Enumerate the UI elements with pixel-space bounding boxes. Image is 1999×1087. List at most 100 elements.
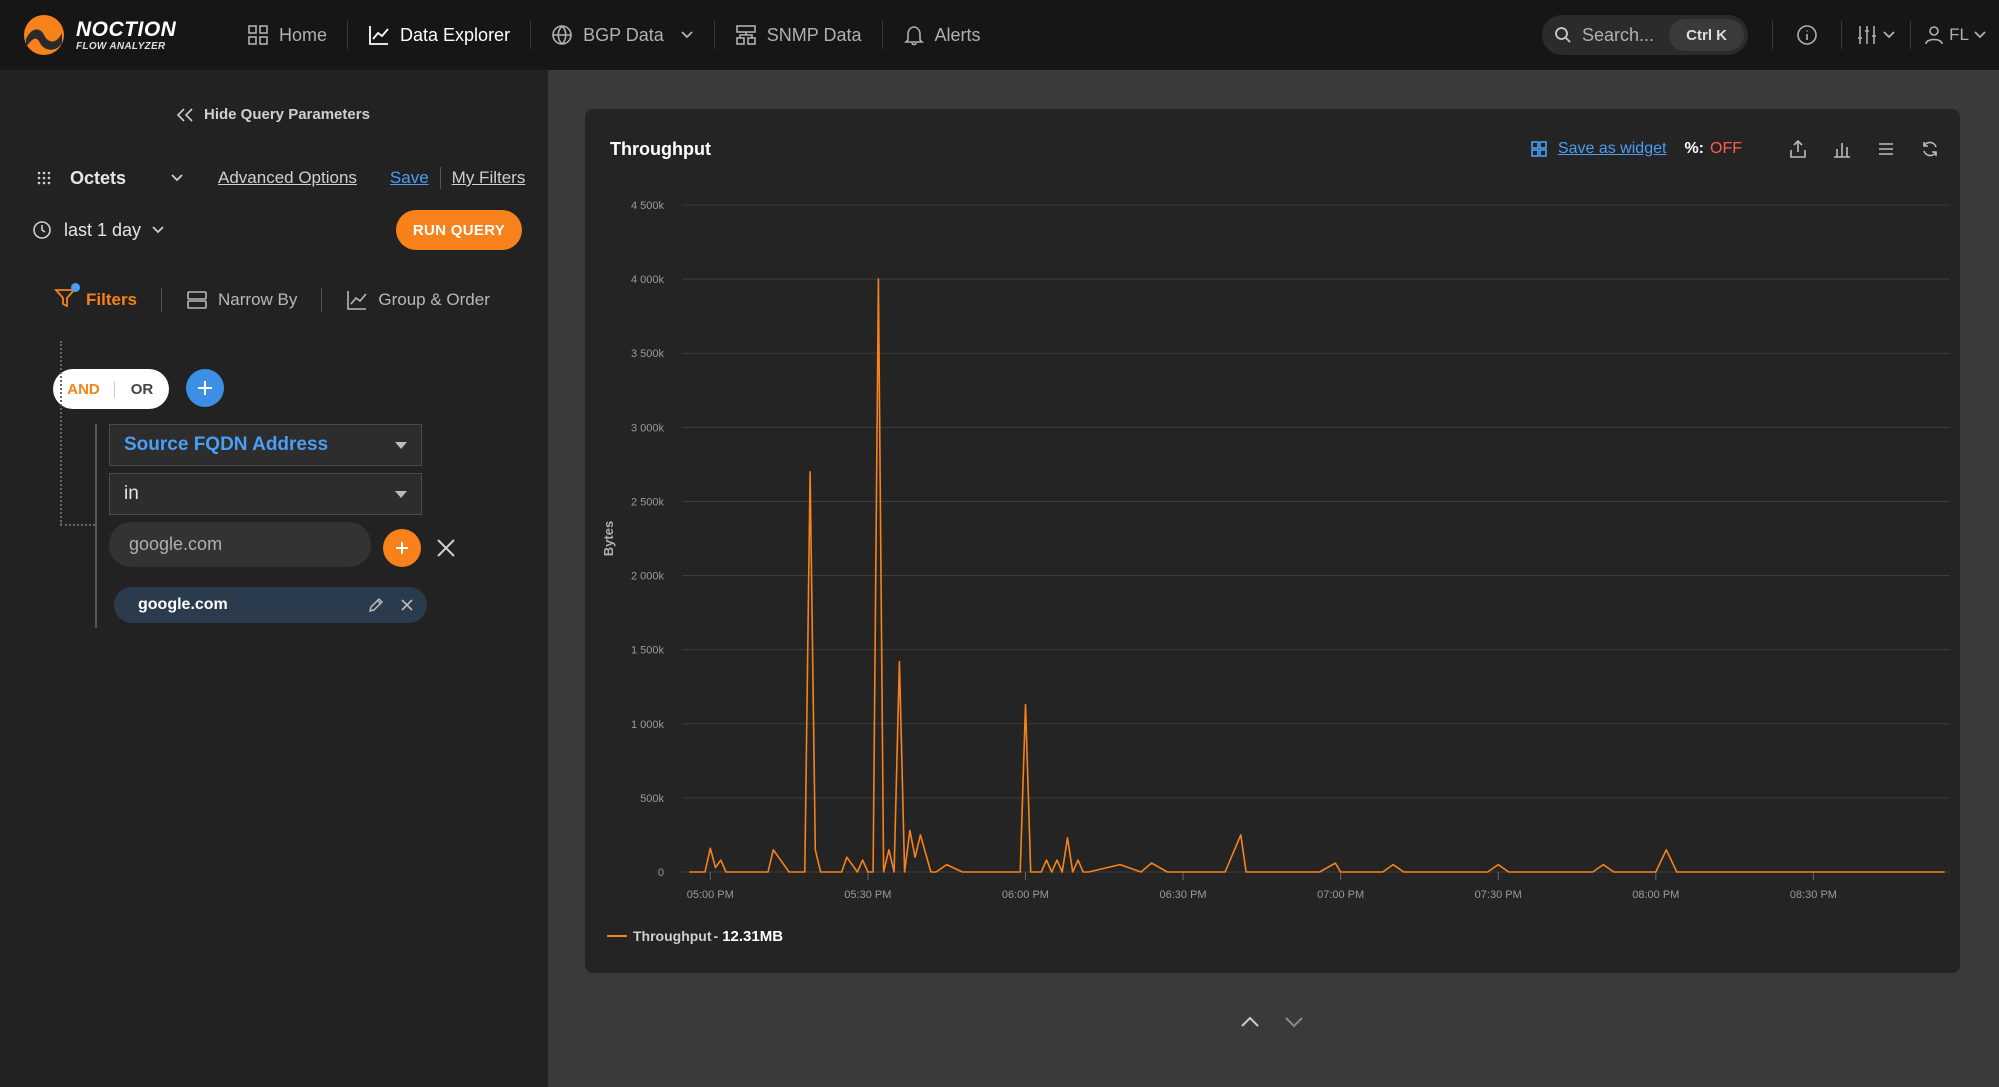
divider — [439, 167, 441, 189]
info-button[interactable] — [1773, 24, 1841, 46]
tab-narrow-by[interactable]: Narrow By — [162, 288, 323, 312]
nav-alerts-label: Alerts — [934, 24, 981, 45]
legend-swatch — [607, 934, 627, 937]
add-condition-button[interactable] — [186, 369, 224, 407]
remove-condition-button[interactable] — [435, 537, 457, 559]
top-right-tools: Search... Ctrl K FL — [1542, 0, 1999, 70]
brand-logo[interactable]: NOCTION FLOW ANALYZER — [22, 13, 197, 57]
legend-separator: - — [713, 927, 719, 944]
close-icon[interactable] — [399, 597, 415, 613]
y-tick-label: 3 500k — [631, 348, 665, 360]
tab-narrow-by-label: Narrow By — [218, 290, 298, 309]
main-nav: Home Data Explorer BGP Data SNMP Data Al… — [227, 0, 1001, 70]
chart-line-icon — [369, 26, 389, 45]
x-tick-label: 05:00 PM — [687, 889, 734, 901]
operator-select[interactable]: in — [109, 473, 422, 515]
y-tick-label: 0 — [658, 867, 664, 879]
y-tick-label: 1 000k — [631, 719, 665, 731]
and-option[interactable]: AND — [53, 380, 115, 398]
tab-group-order[interactable]: Group & Order — [322, 288, 514, 312]
active-filter-dot — [71, 282, 80, 292]
nav-bgp-data[interactable]: BGP Data — [531, 21, 715, 49]
chart-icon — [347, 291, 367, 310]
dots-grid-icon — [37, 171, 51, 185]
sliders-icon — [1858, 26, 1876, 44]
settings-menu-button[interactable] — [1842, 24, 1910, 46]
network-icon — [735, 25, 756, 45]
x-tick-label: 06:30 PM — [1159, 889, 1206, 901]
chevron-down-icon[interactable] — [151, 223, 165, 237]
or-option[interactable]: OR — [115, 381, 169, 398]
nav-alerts[interactable]: Alerts — [883, 21, 1001, 49]
bell-icon — [903, 26, 924, 46]
search-icon — [1555, 27, 1571, 43]
x-tick-label: 08:30 PM — [1790, 889, 1837, 901]
brand-subtitle: FLOW ANALYZER — [76, 40, 166, 52]
run-query-button[interactable]: RUN QUERY — [396, 210, 522, 250]
brand-text: NOCTION FLOW ANALYZER — [76, 19, 176, 52]
hide-query-parameters-label: Hide Query Parameters — [204, 106, 370, 123]
search-placeholder: Search... — [1582, 24, 1655, 45]
operator-select-value: in — [124, 483, 139, 504]
x-tick-label: 06:00 PM — [1002, 889, 1049, 901]
x-tick-label: 08:00 PM — [1632, 889, 1679, 901]
period-select[interactable]: last 1 day — [64, 220, 141, 241]
legend-series-name: Throughput — [633, 927, 712, 944]
user-menu-button[interactable]: FL — [1911, 24, 1999, 46]
nav-bgp-data-label: BGP Data — [583, 24, 664, 45]
clock-icon — [33, 221, 51, 239]
y-tick-label: 500k — [640, 793, 664, 805]
edit-icon[interactable] — [367, 596, 385, 614]
and-or-toggle[interactable]: AND OR — [53, 369, 169, 409]
condition-bracket — [95, 424, 97, 628]
chevron-down-icon — [1974, 31, 1986, 39]
chevron-down-icon — [681, 31, 693, 39]
user-icon — [1925, 26, 1943, 45]
scroll-nav — [1238, 1010, 1306, 1034]
tree-connector — [60, 341, 62, 525]
nav-snmp-data-label: SNMP Data — [766, 24, 862, 45]
y-tick-label: 2 500k — [631, 496, 665, 508]
chevron-down-icon — [1883, 31, 1895, 39]
y-tick-label: 3 000k — [631, 422, 665, 434]
global-search[interactable]: Search... Ctrl K — [1542, 15, 1748, 55]
user-initials: FL — [1949, 25, 1969, 44]
throughput-card: Throughput Save as widget %: OFF 0 500k 1 … — [585, 109, 1960, 973]
y-tick-label: 4 000k — [631, 274, 665, 286]
throughput-chart[interactable]: 0 500k 1 000k 1 500k 2 000k 2 500k 3 000k 3 500… — [585, 109, 1960, 973]
chevron-down-icon[interactable] — [1282, 1010, 1306, 1034]
field-select[interactable]: Source FQDN Address — [109, 424, 422, 466]
plus-icon — [396, 542, 408, 554]
legend-series-total: 12.31MB — [722, 928, 784, 945]
x-tick-label: 07:00 PM — [1317, 889, 1364, 901]
chart-legend[interactable]: Throughput - 12.31MB — [607, 926, 783, 945]
hide-query-parameters-button[interactable]: Hide Query Parameters — [176, 106, 370, 123]
filter-icon-wrap — [54, 282, 80, 314]
home-grid-icon — [248, 25, 268, 45]
nav-data-explorer-label: Data Explorer — [400, 24, 511, 45]
plus-icon — [198, 381, 212, 395]
metric-select[interactable]: Octets — [70, 168, 160, 189]
my-filters-link[interactable]: My Filters — [452, 168, 526, 188]
tab-filters-label: Filters — [86, 290, 138, 309]
chip-label: google.com — [138, 596, 228, 613]
caret-down-icon — [395, 441, 407, 449]
x-tick-label: 07:30 PM — [1475, 889, 1522, 901]
filter-value-chip: google.com — [114, 587, 427, 623]
chevron-up-icon[interactable] — [1238, 1010, 1262, 1034]
nav-snmp-data[interactable]: SNMP Data — [715, 21, 883, 49]
field-select-value: Source FQDN Address — [124, 434, 329, 455]
filter-value-input[interactable]: google.com — [109, 522, 371, 567]
info-icon — [1797, 25, 1817, 45]
nav-data-explorer[interactable]: Data Explorer — [348, 21, 532, 49]
tab-filters[interactable]: Filters — [54, 282, 163, 314]
nav-home[interactable]: Home — [227, 21, 349, 49]
metric-row: Octets Advanced Options Save My Filters — [36, 162, 526, 194]
y-tick-label: 1 500k — [631, 645, 665, 657]
chevron-down-icon[interactable] — [170, 171, 184, 185]
add-value-button[interactable] — [383, 529, 421, 567]
advanced-options-link[interactable]: Advanced Options — [218, 168, 357, 188]
caret-down-icon — [395, 490, 407, 498]
save-link[interactable]: Save — [390, 168, 429, 188]
search-shortcut: Ctrl K — [1669, 19, 1744, 51]
